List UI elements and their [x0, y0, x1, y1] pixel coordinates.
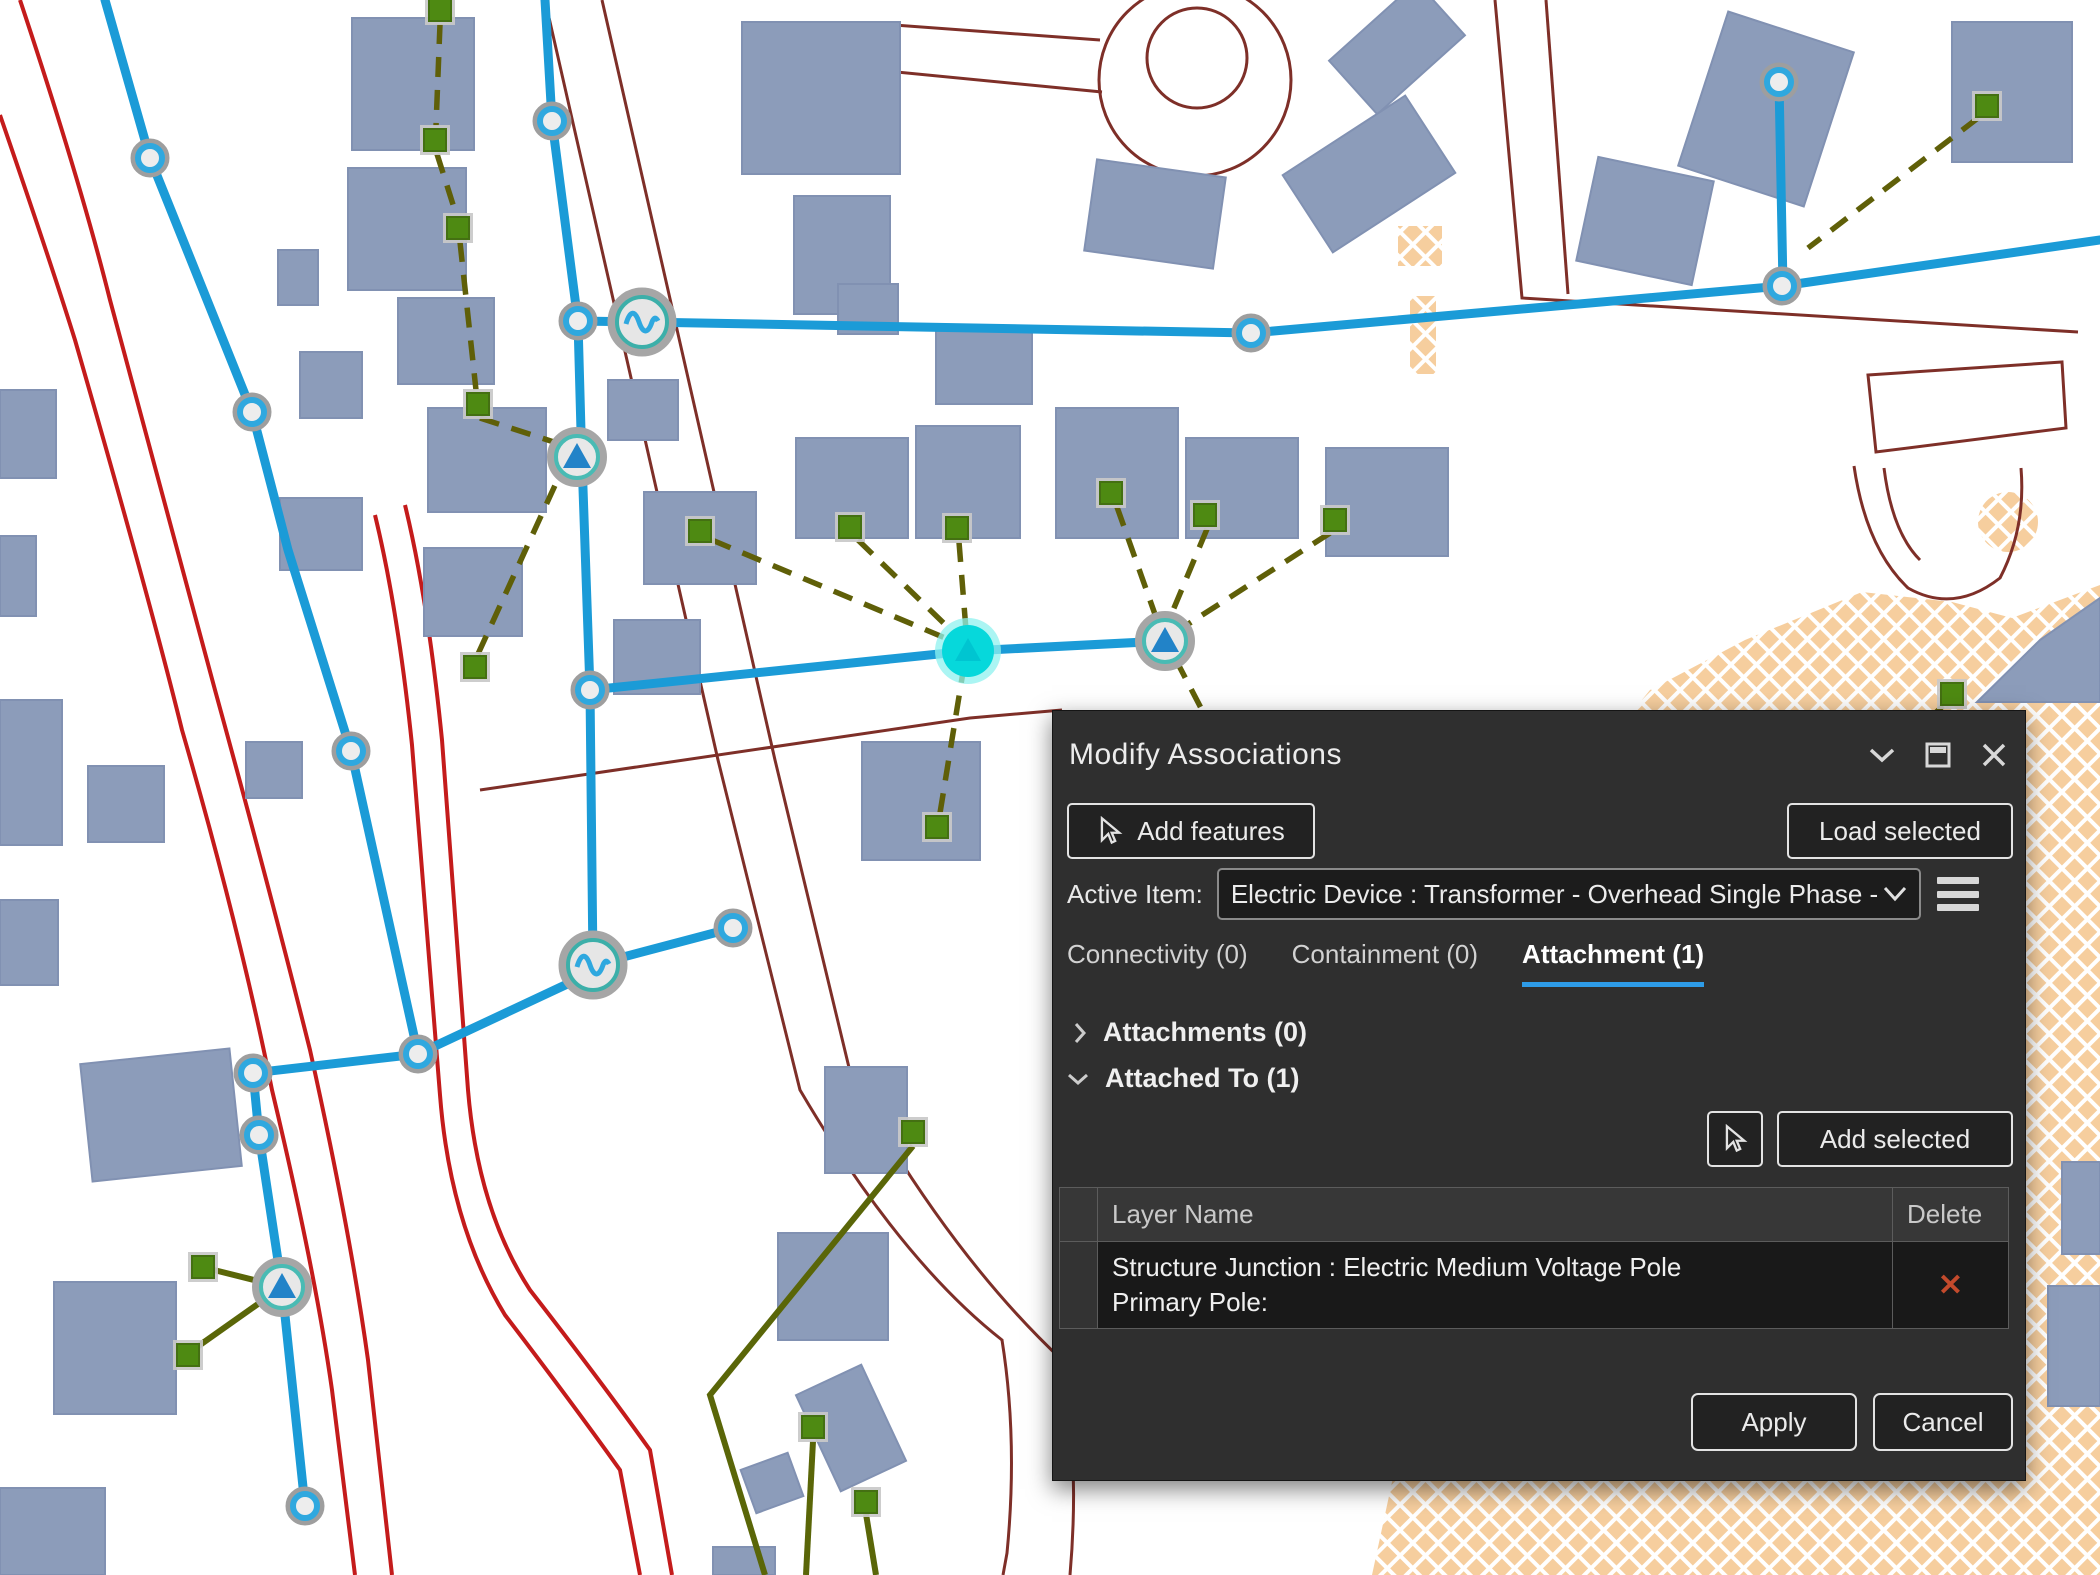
modify-associations-dialog: Modify Associations Add features Load se…	[1052, 710, 2026, 1481]
layer-name-column-header: Layer Name	[1097, 1188, 1892, 1242]
screen: { "window": { "title": "Modify Associati…	[0, 0, 2100, 1575]
select-tool-button[interactable]	[1707, 1111, 1763, 1167]
attachments-section-header[interactable]: Attachments (0)	[1073, 1017, 1307, 1048]
cancel-button[interactable]: Cancel	[1873, 1393, 2013, 1451]
delete-cell: ✕	[1893, 1242, 2009, 1329]
attachments-section-label: Attachments (0)	[1103, 1017, 1307, 1048]
chevron-down-icon	[1067, 1072, 1089, 1086]
chevron-right-icon	[1073, 1022, 1087, 1044]
delete-column-header: Delete	[1893, 1188, 2009, 1242]
row-selector-header	[1060, 1188, 1098, 1242]
active-item-dropdown[interactable]: Electric Device : Transformer - Overhead…	[1217, 868, 1921, 920]
add-selected-button[interactable]: Add selected	[1777, 1111, 2013, 1167]
load-selected-label: Load selected	[1819, 816, 1981, 847]
pointer-icon	[1722, 1124, 1748, 1154]
delete-icon[interactable]: ✕	[1938, 1269, 1963, 1302]
dialog-title: Modify Associations	[1069, 738, 1342, 772]
row-selector-cell[interactable]	[1060, 1242, 1098, 1329]
layer-name-cell: Structure Junction : Electric Medium Vol…	[1097, 1242, 1892, 1329]
layer-name-line1: Structure Junction : Electric Medium Vol…	[1112, 1250, 1878, 1285]
selected-transformer-icon[interactable]	[935, 618, 1001, 684]
layer-name-line2: Primary Pole:	[1112, 1285, 1878, 1320]
pointer-icon	[1097, 816, 1123, 846]
table-row[interactable]: Structure Junction : Electric Medium Vol…	[1060, 1242, 2009, 1329]
apply-label: Apply	[1741, 1407, 1806, 1438]
active-item-label: Active Item:	[1067, 879, 1203, 910]
table-header-row: Layer Name Delete	[1060, 1188, 2009, 1242]
menu-icon[interactable]	[1937, 877, 1979, 911]
collapse-chevron-icon[interactable]	[1867, 740, 1897, 770]
dock-window-icon[interactable]	[1923, 740, 1953, 770]
load-selected-button[interactable]: Load selected	[1787, 803, 2013, 859]
tab-containment[interactable]: Containment (0)	[1292, 939, 1478, 987]
cancel-label: Cancel	[1903, 1407, 1984, 1438]
add-features-label: Add features	[1137, 816, 1284, 847]
tab-connectivity[interactable]: Connectivity (0)	[1067, 939, 1248, 987]
add-selected-label: Add selected	[1820, 1124, 1970, 1155]
dialog-titlebar[interactable]: Modify Associations	[1069, 735, 2009, 775]
attached-to-section-header[interactable]: Attached To (1)	[1067, 1063, 1300, 1094]
tab-attachment[interactable]: Attachment (1)	[1522, 939, 1704, 987]
close-icon[interactable]	[1979, 740, 2009, 770]
add-features-button[interactable]: Add features	[1067, 803, 1315, 859]
apply-button[interactable]: Apply	[1691, 1393, 1857, 1451]
chevron-down-icon	[1883, 886, 1907, 902]
attached-to-table: Layer Name Delete Structure Junction : E…	[1059, 1187, 2009, 1329]
active-item-value: Electric Device : Transformer - Overhead…	[1231, 879, 1883, 910]
association-tabs: Connectivity (0) Containment (0) Attachm…	[1067, 939, 1704, 987]
attached-to-section-label: Attached To (1)	[1105, 1063, 1300, 1094]
